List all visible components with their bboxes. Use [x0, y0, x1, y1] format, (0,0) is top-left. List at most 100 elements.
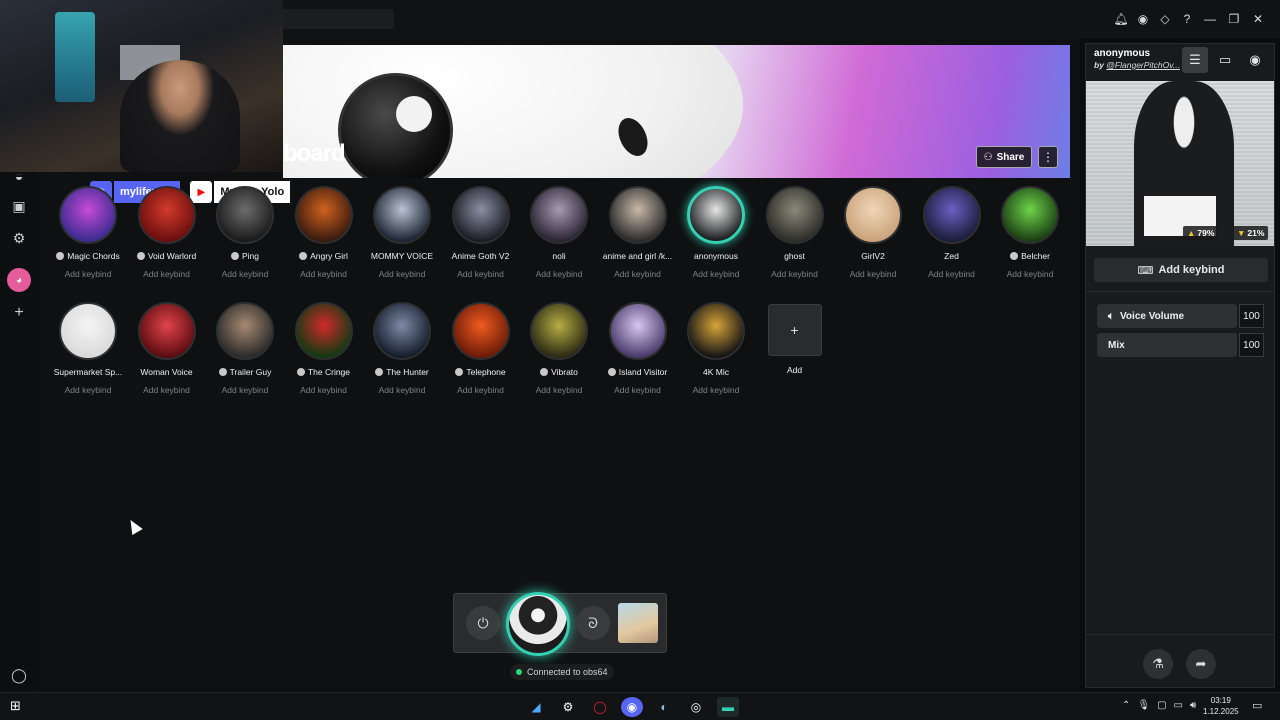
voice-keybind[interactable]: Add keybind [519, 269, 599, 279]
share-arrow-icon[interactable]: ➦ [1186, 649, 1216, 679]
voice-keybind[interactable]: Add keybind [48, 269, 128, 279]
notification-icon[interactable]: ▭ [1252, 699, 1262, 712]
search-bar[interactable] [270, 9, 394, 29]
voice-card[interactable]: Woman Voice Add keybind [127, 302, 207, 395]
voice-card[interactable]: Magic Chords Add keybind [48, 186, 128, 279]
voice-keybind[interactable]: Add keybind [441, 269, 521, 279]
voice-keybind[interactable]: Add keybind [48, 385, 128, 395]
voice-keybind[interactable]: Add keybind [127, 385, 207, 395]
discord-taskbar-icon[interactable]: ◉ [621, 697, 643, 717]
dislike-badge[interactable]: ▼ 21% [1233, 226, 1269, 240]
steam-icon[interactable]: ◐ [653, 697, 675, 717]
voice-avatar[interactable] [294, 302, 353, 360]
voice-avatar[interactable] [451, 302, 510, 360]
voice-card[interactable]: Telephone Add keybind [441, 302, 521, 395]
voice-card[interactable]: noli Add keybind [519, 186, 599, 279]
minimize-icon[interactable]: — [1198, 10, 1222, 28]
voice-keybind[interactable]: Add keybind [519, 385, 599, 395]
voice-card[interactable]: MOMMY VOICE Add keybind [362, 186, 442, 279]
voice-avatar[interactable] [451, 186, 510, 244]
voice-card[interactable]: GirlV2 Add keybind [833, 186, 913, 279]
hear-myself-button[interactable]: ᘐ [576, 606, 610, 640]
opera-icon[interactable]: ◯ [589, 697, 611, 717]
voice-keybind[interactable]: Add keybind [755, 269, 835, 279]
voice-card[interactable]: Island Visitor Add keybind [598, 302, 678, 395]
voice-avatar[interactable] [137, 302, 196, 360]
voice-card[interactable]: ghost Add keybind [755, 186, 835, 279]
voice-volume-slider[interactable]: 🔈︎ Voice Volume 100 [1097, 304, 1264, 328]
account-icon[interactable]: ◯ [9, 665, 29, 685]
voice-keybind[interactable]: Add keybind [676, 385, 756, 395]
voice-card[interactable]: Zed Add keybind [912, 186, 992, 279]
voice-card[interactable]: anime and girl /k... Add keybind [598, 186, 678, 279]
tab-book[interactable]: ▭ [1212, 47, 1238, 73]
voice-card[interactable]: Trailer Guy Add keybind [205, 302, 285, 395]
voice-keybind[interactable]: Add keybind [598, 269, 678, 279]
windows-start-icon[interactable]: ⊞ [10, 699, 24, 713]
restore-icon[interactable]: ❐ [1222, 10, 1246, 28]
voice-keybind[interactable]: Add keybind [833, 269, 913, 279]
tab-record[interactable]: ◉ [1242, 47, 1268, 73]
voice-keybind[interactable]: Add keybind [990, 269, 1070, 279]
add-keybind-button[interactable]: ⌨ Add keybind [1094, 258, 1268, 282]
flask-icon[interactable]: ⚗ [1143, 649, 1173, 679]
voice-avatar[interactable] [844, 186, 902, 244]
help-icon[interactable]: ? [1176, 10, 1198, 28]
voice-keybind[interactable]: Add keybind [284, 269, 364, 279]
microphone-icon[interactable]: 🎙︎ [1137, 700, 1150, 711]
current-voice-button[interactable] [506, 592, 570, 656]
taskbar-clock[interactable]: 03:19 1.12.2025 [1203, 695, 1239, 717]
voice-keybind[interactable]: Add keybind [676, 269, 756, 279]
volume-icon[interactable]: 🔊︎ [1190, 700, 1196, 711]
voice-keybind[interactable]: Add keybind [912, 269, 992, 279]
voice-volume-value[interactable]: 100 [1239, 304, 1264, 328]
voice-keybind[interactable]: Add keybind [598, 385, 678, 395]
voice-keybind[interactable]: Add keybind [441, 385, 521, 395]
voice-avatar[interactable] [373, 186, 431, 244]
voice-avatar[interactable] [216, 302, 274, 360]
add-voice-button[interactable]: + [767, 304, 822, 356]
voice-keybind[interactable]: Add keybind [127, 269, 207, 279]
voice-card[interactable]: Vibrato Add keybind [519, 302, 599, 395]
voice-avatar[interactable] [530, 302, 588, 360]
voice-avatar[interactable] [608, 186, 667, 244]
like-badge[interactable]: ▲ 79% [1183, 226, 1219, 240]
tab-settings[interactable]: ☰ [1182, 47, 1208, 73]
mix-value[interactable]: 100 [1239, 333, 1264, 357]
voice-avatar[interactable] [530, 186, 588, 244]
voice-avatar[interactable] [608, 302, 667, 360]
share-button[interactable]: ⚇ Share [976, 146, 1032, 168]
voice-avatar[interactable] [687, 186, 745, 244]
voice-keybind[interactable]: Add keybind [362, 269, 442, 279]
voice-avatar[interactable] [765, 186, 824, 244]
close-icon[interactable]: ✕ [1246, 10, 1270, 28]
voice-avatar[interactable] [59, 186, 117, 244]
obs-icon[interactable]: ◎ [685, 697, 707, 717]
voice-card[interactable]: Belcher Add keybind [990, 186, 1070, 279]
bell-icon[interactable]: 🔔︎ [1110, 10, 1132, 28]
voice-keybind[interactable]: Add keybind [205, 269, 285, 279]
voice-avatar[interactable] [216, 186, 274, 244]
soundboard-quick-button[interactable] [618, 603, 658, 643]
add-voice-card[interactable]: + Add [755, 302, 835, 375]
camera-icon[interactable]: ▢ [1157, 700, 1166, 711]
author-link[interactable]: @FlangerPitchOv... [1106, 60, 1180, 70]
tag-icon[interactable]: ◇ [1154, 10, 1176, 28]
voice-avatar[interactable] [294, 186, 353, 244]
power-button[interactable]: ⏻ [466, 606, 500, 640]
voice-avatar[interactable] [137, 186, 196, 244]
network-icon[interactable]: ▭ [1174, 700, 1183, 711]
voice-card[interactable]: Void Warlord Add keybind [127, 186, 207, 279]
voice-card[interactable]: 4K Mic Add keybind [676, 302, 756, 395]
voice-keybind[interactable]: Add keybind [205, 385, 285, 395]
app-avatar-icon[interactable]: ◕ [7, 268, 31, 292]
voice-volume-track[interactable]: 🔈︎ Voice Volume [1097, 304, 1237, 328]
voice-card[interactable]: anonymous Add keybind [676, 186, 756, 279]
voice-avatar[interactable] [687, 302, 745, 360]
voice-card[interactable]: Anime Goth V2 Add keybind [441, 186, 521, 279]
voice-avatar[interactable] [1001, 186, 1059, 244]
settings-icon[interactable]: ⚙ [9, 228, 29, 248]
mix-slider[interactable]: Mix 100 [1097, 333, 1264, 357]
voice-card[interactable]: Supermarket Sp... Add keybind [48, 302, 128, 395]
voice-card[interactable]: Angry Girl Add keybind [284, 186, 364, 279]
